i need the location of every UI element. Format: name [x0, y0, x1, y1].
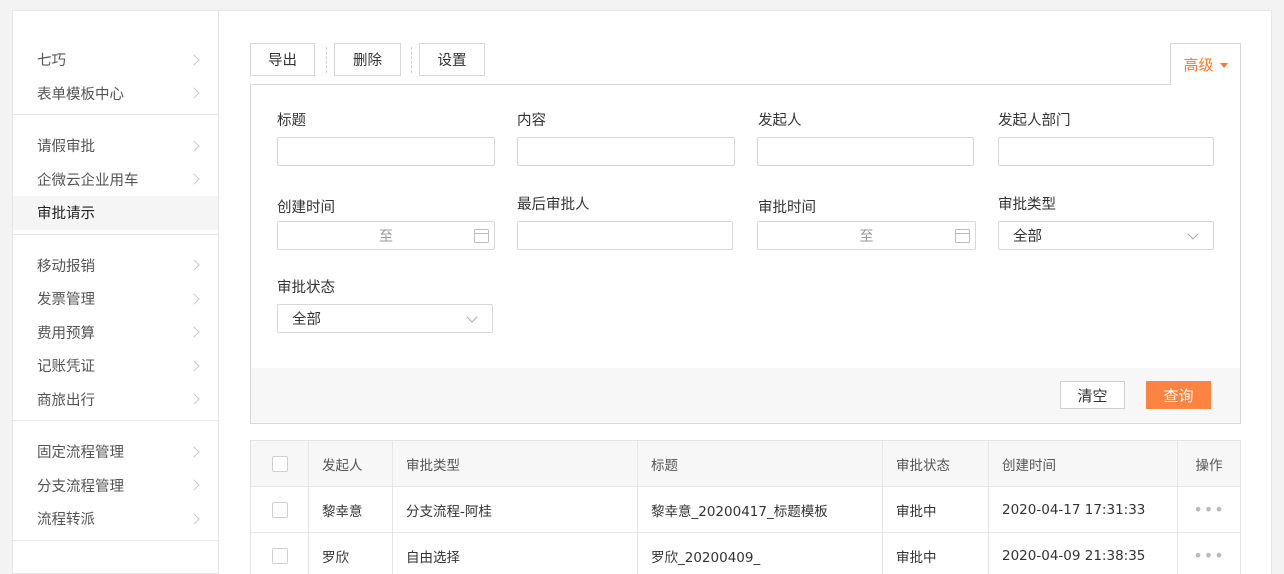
settings-button[interactable]: 设置: [419, 43, 485, 76]
export-button[interactable]: 导出: [250, 43, 315, 76]
chevron-right-icon: [188, 87, 200, 99]
content-label: 内容: [517, 113, 546, 129]
initiator-input[interactable]: [757, 137, 974, 166]
sidebar-item-expense-budget[interactable]: 费用预算: [13, 316, 218, 350]
column-header-action: 操作: [1195, 457, 1223, 474]
initiator-dept-input[interactable]: [998, 137, 1214, 166]
calendar-icon: [474, 229, 489, 243]
create-time-range-picker[interactable]: 至: [277, 221, 495, 250]
select-all-checkbox[interactable]: [271, 455, 288, 472]
chevron-right-icon: [188, 446, 200, 458]
column-header-created[interactable]: 创建时间: [989, 441, 1178, 486]
sidebar-item-fixed-process[interactable]: 固定流程管理: [13, 435, 218, 469]
initiator-label: 发起人: [758, 113, 802, 129]
more-actions-icon[interactable]: •••: [1193, 546, 1224, 565]
cell-initiator: 黎幸意: [309, 487, 393, 532]
sidebar-item-accounting-voucher[interactable]: 记账凭证: [13, 349, 218, 383]
column-header-type[interactable]: 审批类型: [393, 441, 638, 486]
sidebar-item-branch-process[interactable]: 分支流程管理: [13, 469, 218, 503]
chevron-down-icon: [1187, 228, 1199, 240]
sidebar-item-approval-request[interactable]: 审批请示: [13, 196, 218, 230]
row-checkbox[interactable]: [271, 501, 288, 518]
approval-table: 发起人 审批类型 标题 审批状态 创建时间 操作 黎幸意 分支流程-阿桂 黎幸意…: [250, 440, 1241, 574]
cell-created: 2020-04-09 21:38:35: [989, 533, 1178, 574]
clear-button[interactable]: 清空: [1060, 381, 1125, 409]
table-header-row: 发起人 审批类型 标题 审批状态 创建时间 操作: [251, 441, 1240, 487]
toolbar-divider: [326, 47, 327, 73]
chevron-right-icon: [188, 140, 200, 152]
cell-created: 2020-04-17 17:31:33: [989, 487, 1178, 532]
advanced-filter-panel: 标题 内容 发起人 发起人部门 创建时间 至 最后审批人 审批时间 至 审批类型…: [250, 84, 1241, 424]
chevron-right-icon: [188, 259, 200, 271]
sidebar-group-2: 请假审批 企微云企业用车 审批请示: [13, 129, 218, 235]
cell-title: 黎幸意_20200417_标题模板: [638, 487, 883, 532]
advanced-search-toggle[interactable]: 高级: [1170, 43, 1241, 85]
initiator-dept-label: 发起人部门: [998, 113, 1071, 129]
cell-type: 分支流程-阿桂: [393, 487, 638, 532]
calendar-icon: [955, 229, 970, 243]
sidebar-item-qiqiao[interactable]: 七巧: [13, 43, 218, 77]
query-button[interactable]: 查询: [1146, 381, 1211, 409]
create-time-label: 创建时间: [277, 200, 335, 216]
chevron-right-icon: [188, 479, 200, 491]
chevron-right-icon: [188, 173, 200, 185]
approve-time-label: 审批时间: [758, 200, 816, 216]
chevron-right-icon: [188, 513, 200, 525]
sidebar: 七巧 表单模板中心 请假审批 企微云企业用车 审批请示 移动报销 发票管理 费用…: [12, 10, 218, 574]
sidebar-item-process-transfer[interactable]: 流程转派: [13, 502, 218, 536]
table-row[interactable]: 罗欣 自由选择 罗欣_20200409_ 审批中 2020-04-09 21:3…: [251, 533, 1240, 574]
table-row[interactable]: 黎幸意 分支流程-阿桂 黎幸意_20200417_标题模板 审批中 2020-0…: [251, 487, 1240, 533]
content-input[interactable]: [517, 137, 735, 166]
chevron-right-icon: [188, 393, 200, 405]
title-input[interactable]: [277, 137, 495, 166]
last-approver-input[interactable]: [517, 221, 733, 250]
sidebar-item-business-travel[interactable]: 商旅出行: [13, 383, 218, 417]
cell-status: 审批中: [883, 533, 989, 574]
sidebar-item-form-template-center[interactable]: 表单模板中心: [13, 77, 218, 111]
approve-status-label: 审批状态: [277, 280, 335, 296]
column-header-status[interactable]: 审批状态: [883, 441, 989, 486]
approve-type-select[interactable]: 全部: [998, 221, 1214, 250]
cell-title: 罗欣_20200409_: [638, 533, 883, 574]
toolbar-divider: [411, 47, 412, 73]
last-approver-label: 最后审批人: [517, 197, 590, 213]
sidebar-item-leave-approval[interactable]: 请假审批: [13, 129, 218, 163]
column-header-initiator[interactable]: 发起人: [309, 441, 393, 486]
sidebar-item-company-car[interactable]: 企微云企业用车: [13, 163, 218, 197]
chevron-right-icon: [188, 54, 200, 66]
row-checkbox[interactable]: [271, 547, 288, 564]
filter-actions-bar: 清空 查询: [251, 368, 1240, 423]
caret-down-icon: [1219, 63, 1228, 68]
chevron-right-icon: [188, 293, 200, 305]
chevron-right-icon: [188, 360, 200, 372]
sidebar-group-4: 固定流程管理 分支流程管理 流程转派: [13, 435, 218, 541]
delete-button[interactable]: 删除: [334, 43, 401, 76]
cell-type: 自由选择: [393, 533, 638, 574]
sidebar-group-1: 七巧 表单模板中心: [13, 43, 218, 115]
more-actions-icon[interactable]: •••: [1193, 500, 1224, 519]
chevron-right-icon: [188, 326, 200, 338]
main-panel: 导出 删除 设置 高级 标题 内容 发起人 发起人部门 创建时间 至 最后审批人…: [218, 10, 1272, 574]
chevron-down-icon: [466, 311, 478, 323]
sidebar-item-invoice-management[interactable]: 发票管理: [13, 282, 218, 316]
approve-time-range-picker[interactable]: 至: [757, 221, 976, 250]
approve-status-select[interactable]: 全部: [277, 304, 493, 333]
cell-status: 审批中: [883, 487, 989, 532]
title-label: 标题: [277, 113, 306, 129]
cell-initiator: 罗欣: [309, 533, 393, 574]
sidebar-item-mobile-reimbursement[interactable]: 移动报销: [13, 249, 218, 283]
sidebar-group-3: 移动报销 发票管理 费用预算 记账凭证 商旅出行: [13, 249, 218, 421]
column-header-title[interactable]: 标题: [638, 441, 883, 486]
approve-type-label: 审批类型: [998, 197, 1056, 213]
